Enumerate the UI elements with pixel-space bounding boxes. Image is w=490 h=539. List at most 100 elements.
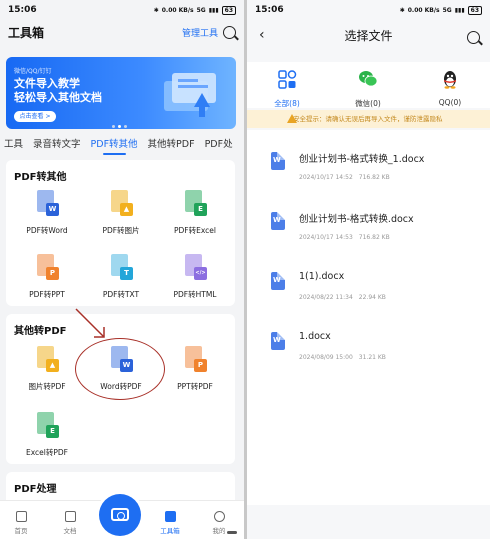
nav-label: 工具箱 (160, 527, 180, 535)
file-name: 1.docx (299, 331, 331, 342)
file-size: 31.21 KB (358, 354, 386, 361)
tool-ppt-to-pdf[interactable]: P PPT转PDF (160, 346, 230, 392)
camera-icon (111, 508, 129, 521)
select-file-screen: 15:06 ✱ 0.00 KB/s 5G ▮▮▮ 63 ‹ 选择文件 全部(8) (247, 0, 490, 539)
search-icon[interactable] (467, 31, 480, 44)
bluetooth-icon: ✱ (153, 6, 159, 14)
tab-tools[interactable]: 工具 (4, 136, 23, 152)
list-item[interactable]: 1.docx 2024/08/09 15:00 31.21 KB (257, 322, 479, 382)
file-name: 1(1).docx (299, 271, 345, 282)
tab-audio-to-text[interactable]: 录音转文字 (33, 136, 81, 152)
pdf-to-other-card: PDF转其他 W PDF转Word ▲ PDF转图片 E PDF转Excel P… (6, 160, 235, 306)
list-item[interactable]: 创业计划书-格式转换.docx 2024/10/17 14:53 716.82 K… (257, 202, 479, 262)
status-bar: 15:06 ✱ 0.00 KB/s 5G ▮▮▮ 63 (0, 0, 244, 20)
battery-level: 63 (221, 5, 236, 15)
nav-label: 首页 (14, 527, 28, 535)
signal-icon: ▮▮▮ (454, 6, 465, 14)
nav-documents[interactable]: 文档 (55, 511, 85, 535)
section-title: PDF处理 (14, 484, 57, 495)
tool-pdf-to-txt[interactable]: T PDF转TXT (86, 254, 156, 300)
nav-label: 我的 (212, 527, 226, 535)
security-notice: 安全提示：请确认无误后再导入文件，谨防泄露隐私 (247, 110, 490, 128)
wechat-icon (359, 71, 378, 87)
manage-tools-link[interactable]: 管理工具 (182, 26, 218, 39)
home-icon (15, 511, 27, 522)
tab-other-to-pdf[interactable]: 其他转PDF (148, 136, 195, 152)
nav-label: 文档 (63, 527, 77, 535)
battery-level: 63 (467, 5, 482, 15)
banner-view-button[interactable]: 点击查看 > (14, 111, 56, 122)
tab-label: 微信(0) (355, 99, 381, 108)
nav-home[interactable]: 首页 (6, 511, 36, 535)
nav-toolbox[interactable]: 工具箱 (155, 511, 185, 535)
ppt-badge-icon: P (194, 359, 207, 372)
list-item[interactable]: 1(1).docx 2024/08/22 11:34 22.94 KB (257, 262, 479, 322)
file-import-illustration-icon (164, 73, 216, 117)
tool-pdf-to-image[interactable]: ▲ PDF转图片 (86, 190, 156, 236)
tool-label: PDF转Word (26, 226, 68, 235)
network-speed: 0.00 KB/s (407, 6, 440, 14)
tool-label: PDF转图片 (102, 226, 140, 235)
banner-small-text: 微信/QQ/钉钉 (14, 68, 52, 75)
word-doc-icon (271, 272, 285, 290)
tool-label: Excel转PDF (26, 448, 68, 457)
security-notice-text: 安全提示：请确认无误后再导入文件，谨防泄露隐私 (293, 115, 443, 123)
tool-label: 图片转PDF (28, 382, 66, 391)
tool-pdf-to-ppt[interactable]: P PDF转PPT (12, 254, 82, 300)
tool-label: PDF转HTML (173, 290, 217, 299)
file-date: 2024/10/17 14:53 (299, 234, 353, 241)
file-date: 2024/08/09 15:00 (299, 354, 353, 361)
tool-label: PPT转PDF (177, 382, 213, 391)
banner-line-2: 轻松导入其他文档 (14, 91, 102, 104)
tool-label: PDF转TXT (102, 290, 140, 299)
network-speed: 0.00 KB/s (161, 6, 194, 14)
txt-badge-icon: T (120, 267, 133, 280)
tab-wechat[interactable]: 微信(0) (348, 68, 388, 109)
image-badge-icon: ▲ (120, 203, 133, 216)
tool-image-to-pdf[interactable]: ▲ 图片转PDF (12, 346, 82, 392)
word-badge-icon: W (46, 203, 59, 216)
file-date: 2024/08/22 11:34 (299, 294, 353, 301)
page-title: 选择文件 (344, 29, 393, 43)
tool-pdf-to-excel[interactable]: E PDF转Excel (160, 190, 230, 236)
list-item[interactable]: 创业计划书-格式转换_1.docx 2024/10/17 14:52 716.82… (257, 142, 479, 202)
drag-handle[interactable] (227, 531, 237, 534)
signal-icon: ▮▮▮ (208, 6, 219, 14)
file-size: 716.82 KB (358, 174, 390, 181)
word-doc-icon (271, 332, 285, 350)
word-doc-icon (271, 152, 285, 170)
file-name: 创业计划书-格式转换.docx (299, 214, 414, 225)
file-date: 2024/10/17 14:52 (299, 174, 353, 181)
warning-icon (287, 114, 297, 123)
tab-pdf-process[interactable]: PDF处 (205, 136, 233, 152)
banner-pager (112, 125, 127, 128)
tab-label: 全部(8) (274, 99, 300, 108)
source-tabs: 全部(8) 微信(0) QQ(0) (247, 62, 490, 117)
tool-pdf-to-html[interactable]: </> PDF转HTML (160, 254, 230, 300)
tool-label: PDF转Excel (174, 226, 216, 235)
html-badge-icon: </> (194, 267, 207, 280)
camera-scan-button[interactable] (99, 494, 141, 536)
file-list: 创业计划书-格式转换_1.docx 2024/10/17 14:52 716.82… (247, 130, 490, 505)
header: ‹ 选择文件 (247, 20, 490, 46)
network-type: 5G (196, 6, 206, 14)
promo-banner[interactable]: 微信/QQ/钉钉 文件导入教学 轻松导入其他文档 点击查看 > (6, 57, 236, 129)
tool-excel-to-pdf[interactable]: E Excel转PDF (12, 412, 82, 458)
search-icon[interactable] (223, 25, 236, 39)
tab-label: QQ(0) (438, 98, 462, 107)
network-type: 5G (442, 6, 452, 14)
grid-icon (278, 70, 297, 89)
excel-badge-icon: E (46, 425, 59, 438)
user-icon (213, 511, 225, 522)
status-bar: 15:06 ✱ 0.00 KB/s 5G ▮▮▮ 63 (247, 0, 490, 20)
excel-badge-icon: E (194, 203, 207, 216)
tool-label: PDF转PPT (29, 290, 65, 299)
qq-penguin-icon (444, 71, 456, 89)
tool-pdf-to-word[interactable]: W PDF转Word (12, 190, 82, 236)
tab-qq[interactable]: QQ(0) (430, 68, 470, 107)
tab-all[interactable]: 全部(8) (267, 68, 307, 117)
tab-pdf-to-other[interactable]: PDF转其他 (91, 136, 138, 155)
tool-tabs: 工具 录音转文字 PDF转其他 其他转PDF PDF处 (0, 136, 244, 155)
grid-icon (164, 511, 176, 522)
header: 工具箱 管理工具 (0, 20, 244, 44)
